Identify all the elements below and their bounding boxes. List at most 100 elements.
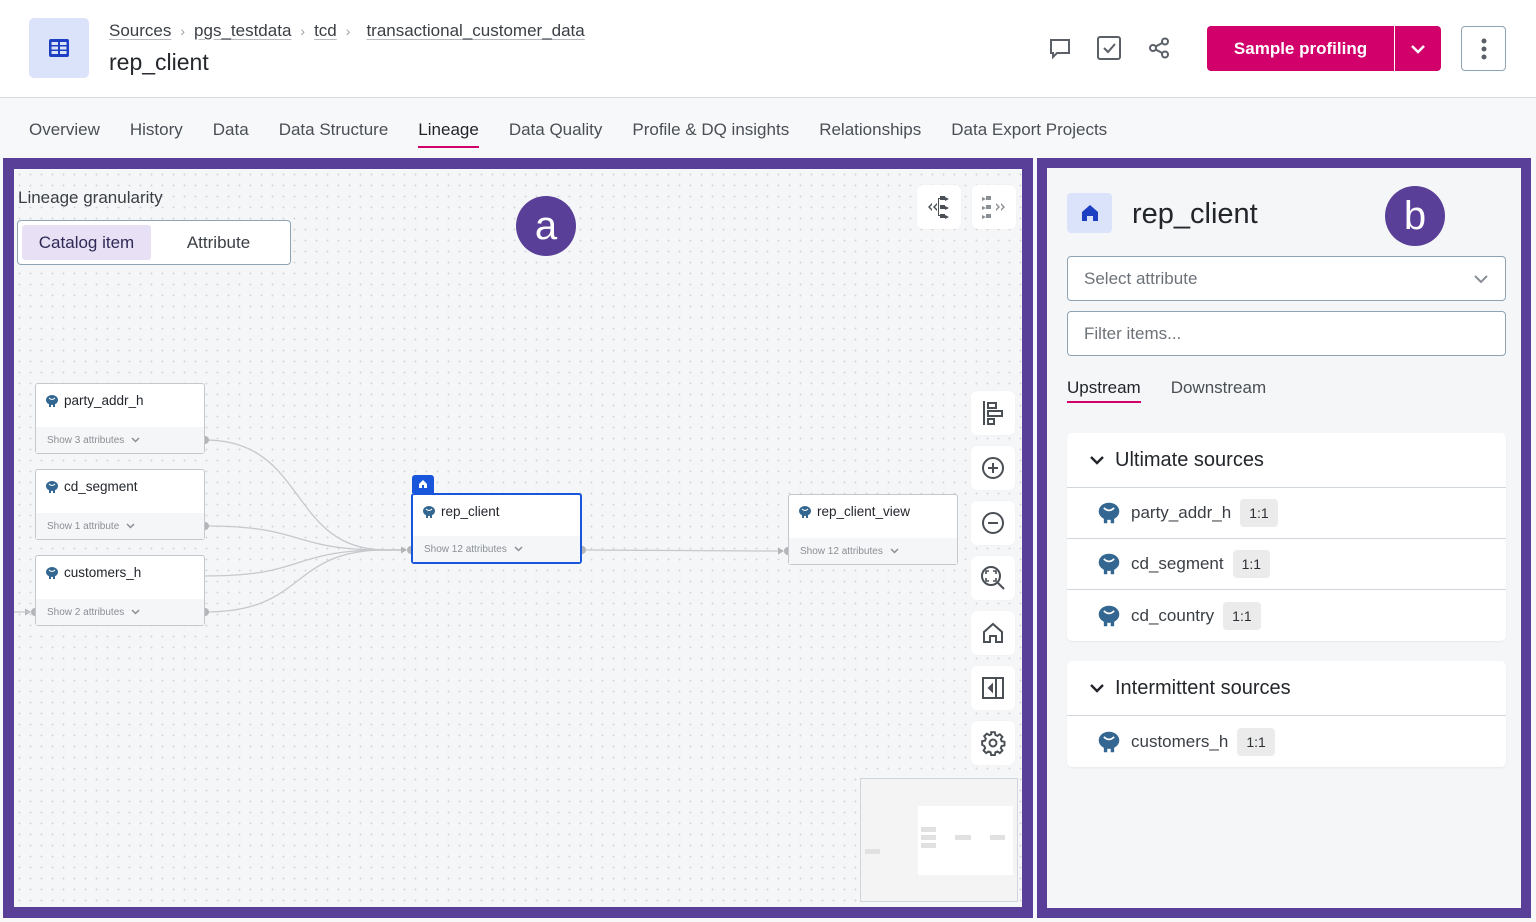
show-attributes-toggle[interactable]: Show 1 attribute — [36, 513, 204, 539]
tab-data-structure[interactable]: Data Structure — [279, 120, 389, 148]
source-item[interactable]: cd_segment 1:1 — [1067, 539, 1506, 590]
lineage-edge[interactable] — [204, 525, 405, 551]
lineage-node-party-addr-h[interactable]: party_addr_h Show 3 attributes — [35, 383, 205, 454]
breadcrumb-tcd[interactable]: tcd — [314, 21, 337, 41]
postgresql-icon — [1098, 502, 1120, 524]
show-attributes-toggle[interactable]: Show 3 attributes — [36, 427, 204, 453]
ultimate-sources-header[interactable]: Ultimate sources — [1067, 433, 1506, 488]
postgresql-icon — [799, 505, 811, 518]
breadcrumb-sources[interactable]: Sources — [109, 21, 171, 41]
direction-tabs: Upstream Downstream — [1067, 378, 1296, 403]
tab-profile-dq-insights[interactable]: Profile & DQ insights — [632, 120, 789, 148]
ultimate-sources-group: Ultimate sources party_addr_h 1:1 cd_seg… — [1067, 433, 1506, 641]
node-name: customers_h — [64, 565, 142, 580]
edge-arrow — [401, 546, 407, 554]
minimap[interactable] — [860, 778, 1018, 902]
postgresql-icon — [46, 566, 58, 579]
show-attributes-toggle[interactable]: Show 12 attributes — [789, 538, 957, 564]
tab-downstream[interactable]: Downstream — [1171, 378, 1266, 403]
postgresql-icon — [46, 394, 58, 407]
intermittent-sources-header[interactable]: Intermittent sources — [1067, 661, 1506, 716]
lineage-node-customers-h[interactable]: customers_h Show 2 attributes — [35, 555, 205, 626]
task-checkbox-icon[interactable] — [1096, 35, 1122, 61]
node-name: rep_client_view — [817, 504, 911, 519]
source-item[interactable]: customers_h 1:1 — [1067, 716, 1506, 767]
more-vertical-icon — [1481, 38, 1486, 59]
tab-lineage[interactable]: Lineage — [418, 120, 479, 148]
table-icon — [29, 18, 89, 78]
sample-profiling-split-button: Sample profiling — [1207, 26, 1441, 71]
chevron-down-icon — [131, 437, 140, 443]
tab-data-export-projects[interactable]: Data Export Projects — [951, 120, 1107, 148]
minimap-node — [921, 843, 936, 848]
home-node-tag — [412, 475, 434, 493]
chevron-down-icon — [1411, 44, 1425, 54]
source-name: cd_country — [1131, 605, 1215, 625]
postgresql-icon — [1098, 605, 1120, 626]
sample-profiling-dropdown[interactable] — [1395, 26, 1441, 71]
annotation-b: b — [1385, 186, 1445, 246]
minimap-node — [955, 835, 971, 840]
show-attributes-label: Show 12 attributes — [424, 543, 507, 555]
chevron-down-icon — [131, 609, 140, 615]
lineage-details-panel: rep_client b Select attribute Upstream D… — [1037, 158, 1531, 918]
minimap-node — [921, 835, 936, 840]
source-item[interactable]: cd_country 1:1 — [1067, 590, 1506, 641]
comment-icon[interactable] — [1047, 35, 1073, 61]
filter-items-input[interactable] — [1067, 311, 1506, 356]
chevron-down-icon — [1474, 274, 1488, 283]
tab-upstream[interactable]: Upstream — [1067, 378, 1141, 403]
lineage-canvas[interactable]: Lineage granularity Catalog item Attribu… — [3, 158, 1033, 918]
source-name: cd_segment — [1131, 554, 1224, 573]
select-attribute-dropdown[interactable]: Select attribute — [1067, 256, 1506, 301]
tab-relationships[interactable]: Relationships — [819, 120, 921, 148]
lineage-node-cd-segment[interactable]: cd_segment Show 1 attribute — [35, 469, 205, 540]
more-options-button[interactable] — [1461, 26, 1506, 71]
home-icon — [1067, 193, 1112, 233]
ratio-badge: 1:1 — [1223, 601, 1261, 630]
ratio-badge: 1:1 — [1240, 499, 1278, 527]
lineage-node-rep-client-view[interactable]: rep_client_view Show 12 attributes — [788, 494, 958, 565]
lineage-edge[interactable] — [204, 439, 405, 551]
chevron-down-icon — [126, 523, 135, 529]
show-attributes-label: Show 12 attributes — [800, 545, 883, 557]
show-attributes-toggle[interactable]: Show 12 attributes — [413, 536, 580, 562]
ratio-badge: 1:1 — [1237, 727, 1275, 756]
chevron-right-icon: › — [180, 23, 186, 39]
postgresql-icon — [46, 480, 58, 493]
edge-arrow — [778, 547, 784, 555]
lineage-edge[interactable] — [581, 549, 782, 552]
postgresql-icon — [423, 505, 435, 518]
tab-overview[interactable]: Overview — [29, 120, 100, 148]
tab-data[interactable]: Data — [213, 120, 249, 148]
minimap-node — [921, 827, 936, 832]
minimap-node — [865, 849, 880, 854]
postgresql-icon — [1098, 553, 1120, 575]
breadcrumb-pgs-testdata[interactable]: pgs_testdata — [194, 21, 291, 41]
sample-profiling-button[interactable]: Sample profiling — [1207, 26, 1395, 71]
minimap-viewport[interactable] — [918, 806, 1013, 875]
details-title: rep_client — [1132, 198, 1258, 230]
chevron-right-icon: › — [300, 23, 306, 39]
breadcrumb-transactional-customer-data[interactable]: transactional_customer_data — [366, 21, 584, 41]
node-name: rep_client — [441, 504, 500, 519]
tab-data-quality[interactable]: Data Quality — [509, 120, 603, 148]
ratio-badge: 1:1 — [1232, 550, 1271, 578]
source-name: customers_h — [1131, 731, 1229, 751]
node-name: cd_segment — [64, 479, 138, 494]
group-title: Ultimate sources — [1115, 448, 1264, 471]
show-attributes-toggle[interactable]: Show 2 attributes — [36, 599, 204, 625]
source-item[interactable]: party_addr_h 1:1 — [1067, 488, 1506, 539]
lineage-node-rep-client[interactable]: rep_client Show 12 attributes — [411, 493, 582, 564]
tab-history[interactable]: History — [130, 120, 183, 148]
source-name: party_addr_h — [1131, 503, 1232, 522]
share-icon[interactable] — [1146, 35, 1172, 61]
breadcrumb: Sources › pgs_testdata › tcd › transacti… — [109, 21, 585, 41]
page-header: Sources › pgs_testdata › tcd › transacti… — [0, 0, 1536, 98]
chevron-down-icon — [1090, 456, 1104, 465]
lineage-edge[interactable] — [204, 549, 405, 577]
chevron-right-icon: › — [345, 23, 351, 39]
lineage-edge[interactable] — [204, 549, 405, 613]
select-attribute-placeholder: Select attribute — [1084, 268, 1198, 288]
group-title: Intermittent sources — [1115, 676, 1291, 699]
